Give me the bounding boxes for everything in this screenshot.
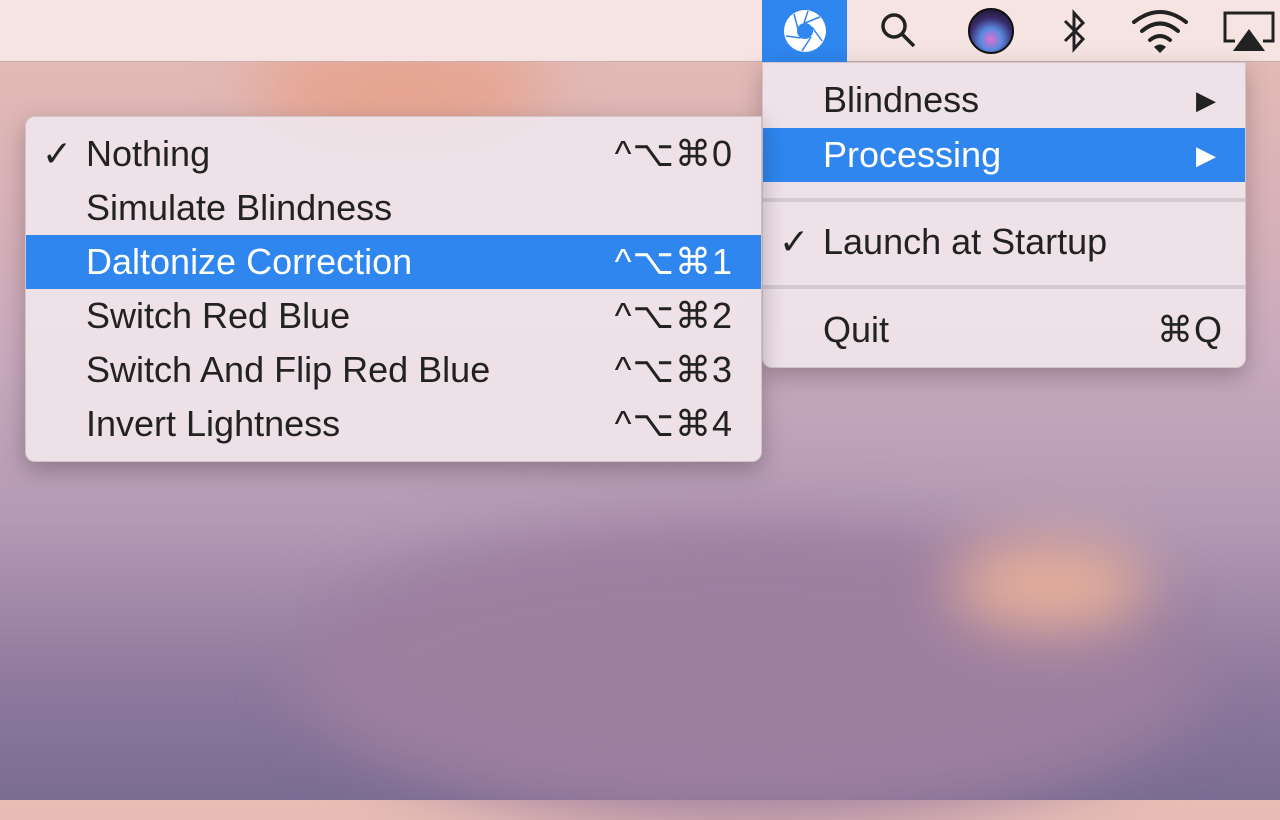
search-icon[interactable] [870, 0, 928, 62]
shortcut: ⌘Q [1156, 309, 1223, 350]
submenu-arrow-icon: ▶ [1196, 139, 1217, 170]
menu-item-quit[interactable]: Quit ⌘Q [763, 303, 1245, 357]
menu-separator [763, 285, 1245, 289]
airplay-icon[interactable] [1218, 0, 1280, 62]
submenu-arrow-icon: ▶ [1196, 84, 1217, 115]
shortcut: ^⌥⌘4 [614, 403, 733, 444]
menu-separator [763, 198, 1245, 202]
menu-item-label: Daltonize Correction [86, 241, 413, 282]
menu-item-label: Switch And Flip Red Blue [86, 349, 491, 390]
bluetooth-icon[interactable] [1055, 0, 1095, 62]
main-menu: Blindness ▶ Processing ▶ ✓ Launch at Sta… [762, 62, 1246, 368]
menu-item-label: Blindness [823, 79, 980, 120]
menu-item-label: Processing [823, 134, 1002, 175]
checkmark-icon: ✓ [42, 133, 73, 174]
menu-item-daltonize-correction[interactable]: Daltonize Correction ^⌥⌘1 [26, 235, 761, 289]
shortcut: ^⌥⌘1 [614, 241, 733, 282]
menu-item-simulate-blindness[interactable]: Simulate Blindness [26, 181, 761, 235]
wifi-icon[interactable] [1128, 0, 1192, 62]
menu-item-launch-at-startup[interactable]: ✓ Launch at Startup [763, 215, 1245, 269]
menu-item-invert-lightness[interactable]: Invert Lightness ^⌥⌘4 [26, 397, 761, 451]
shortcut: ^⌥⌘2 [614, 295, 733, 336]
menu-item-label: Invert Lightness [86, 403, 341, 444]
menu-item-switch-and-flip-red-blue[interactable]: Switch And Flip Red Blue ^⌥⌘3 [26, 343, 761, 397]
shortcut: ^⌥⌘3 [614, 349, 733, 390]
menu-item-label: Launch at Startup [823, 221, 1108, 262]
menu-item-label: Quit [823, 309, 890, 350]
checkmark-icon: ✓ [779, 221, 810, 262]
menu-item-label: Nothing [86, 133, 211, 174]
menu-item-switch-red-blue[interactable]: Switch Red Blue ^⌥⌘2 [26, 289, 761, 343]
menu-item-label: Simulate Blindness [86, 187, 393, 228]
menu-item-blindness[interactable]: Blindness ▶ [763, 73, 1245, 127]
app-aperture-icon[interactable] [762, 0, 847, 62]
menu-item-nothing[interactable]: ✓ Nothing ^⌥⌘0 [26, 127, 761, 181]
siri-icon[interactable] [965, 0, 1017, 62]
shortcut: ^⌥⌘0 [614, 133, 733, 174]
desktop-cloud [950, 540, 1150, 630]
menu-item-label: Switch Red Blue [86, 295, 351, 336]
menu-bar [0, 0, 1280, 62]
menu-item-processing[interactable]: Processing ▶ [763, 128, 1245, 182]
processing-submenu: ✓ Nothing ^⌥⌘0 Simulate Blindness Dalton… [25, 116, 762, 462]
